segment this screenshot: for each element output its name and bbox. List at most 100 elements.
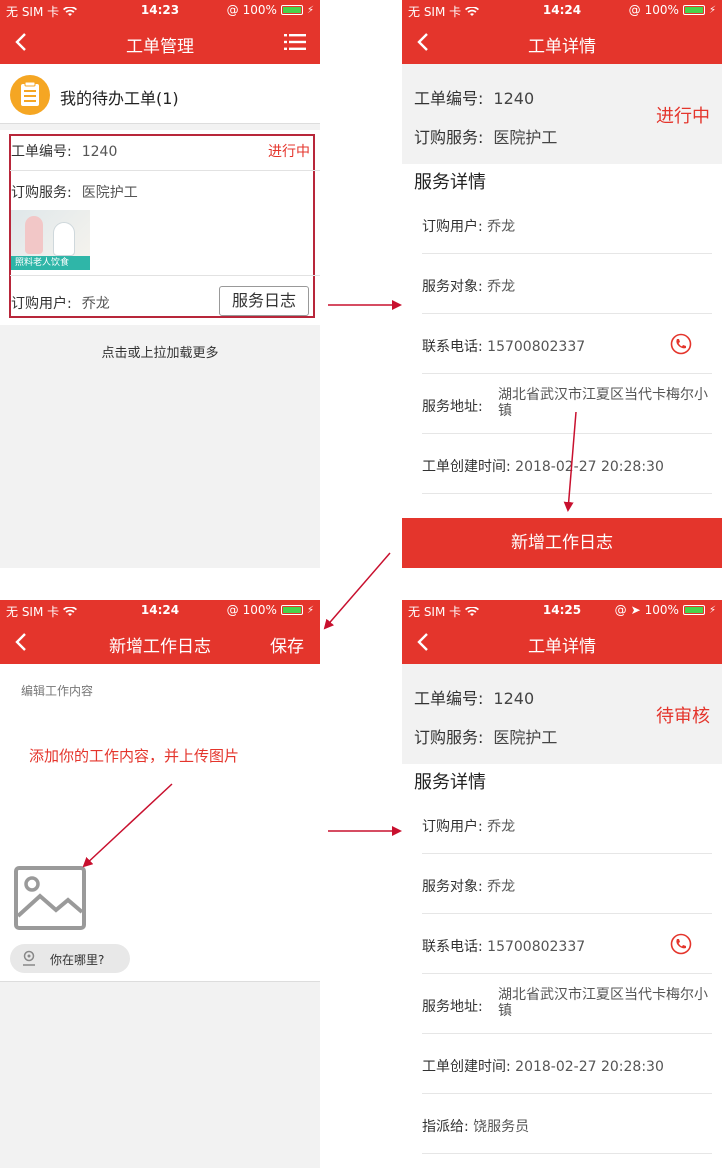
order-card[interactable]: 工单编号: 1240 进行中 订购服务: 医院护工 照料老人饮食 订购用户: 乔龙 服… [0,130,320,325]
user-value: 乔龙 [487,819,516,835]
battery-percent: 100% [242,3,277,17]
rotation-lock-icon: @ [614,603,627,617]
status-bar: 无 SIM 卡 14:24 @ 100% ⚡ [402,0,722,20]
order-service-value: 医院护工 [493,728,558,747]
battery-icon [682,605,705,615]
location-arrow-icon: ➤ [630,603,641,617]
order-status: 待审核 [656,706,710,727]
user-label: 订购用户: [422,819,483,835]
order-service-row: 订购服务: 医院护工 [414,724,557,748]
order-service-row: 订购服务: 医院护工 [414,124,557,148]
target-value: 乔龙 [487,879,516,895]
charging-icon: ⚡ [708,604,716,616]
assigned-label: 指派给: [422,1119,469,1135]
address-value: 湖北省武汉市江夏区当代卡梅尔小镇 [498,987,708,1019]
save-button[interactable]: 保存 [270,632,304,657]
detail-row-created: 工单创建时间: 2018-02-27 20:28:30 [422,1056,712,1076]
list-menu-icon[interactable] [284,33,306,51]
order-id-label: 工单编号: [11,144,72,160]
work-order-detail-screen: 无 SIM 卡 14:24 @ 100% ⚡ 工单详情 工单编号: 1240 订购… [402,0,722,568]
status-bar: 无 SIM 卡 14:25 @ ➤ 100% ⚡ [402,600,722,620]
detail-row-user: 订购用户: 乔龙 [422,216,712,236]
battery-icon [280,605,303,615]
address-label: 服务地址: [422,399,483,415]
service-log-button[interactable]: 服务日志 [219,286,309,316]
order-status: 进行中 [268,144,310,160]
divider [422,373,712,374]
order-service-value: 医院护工 [81,185,138,201]
divider [422,493,712,494]
phone-call-icon[interactable] [670,333,692,355]
work-log-editor[interactable]: 编辑工作内容 你在哪里? [0,664,320,982]
detail-row-created: 工单创建时间: 2018-02-27 20:28:30 [422,456,712,476]
elder-figure [53,222,75,256]
created-label: 工单创建时间: [422,1059,511,1075]
battery-icon [280,5,303,15]
user-value: 乔龙 [487,219,516,235]
phone-call-icon[interactable] [670,933,692,955]
work-order-list-screen: 无 SIM 卡 14:23 @ 100% ⚡ 工单管理 我的待办工单(1) 工单… [0,0,320,568]
divider [422,853,712,854]
thumbnail-caption: 照料老人饮食 [11,256,90,270]
order-service-value: 医院护工 [493,128,558,147]
divider [422,913,712,914]
location-picker[interactable]: 你在哪里? [10,944,130,973]
arrow-button-to-new-log [323,552,391,630]
add-image-icon[interactable] [14,866,86,930]
battery-status: @ 100% ⚡ [629,3,716,17]
divider [422,973,712,974]
divider [10,170,320,171]
battery-percent: 100% [242,603,277,617]
service-thumbnail: 照料老人饮食 [11,210,90,270]
detail-row-user: 订购用户: 乔龙 [422,816,712,836]
battery-percent: 100% [644,603,679,617]
section-title: 服务详情 [414,772,486,793]
order-service-row: 订购服务: 医院护工 [11,182,138,202]
divider [10,275,320,276]
order-id-value: 1240 [493,89,535,108]
divider [422,1153,712,1154]
pending-orders-header: 我的待办工单(1) [0,64,320,124]
order-id-label: 工单编号: [414,89,484,108]
service-details: 服务详情 订购用户: 乔龙 服务对象: 乔龙 联系电话: 15700802337… [402,764,722,1168]
editor-placeholder[interactable]: 编辑工作内容 [21,682,93,699]
nav-bar: 工单详情 [402,20,722,64]
work-order-detail-pending-screen: 无 SIM 卡 14:25 @ ➤ 100% ⚡ 工单详情 工单编号: 1240 … [402,600,722,1168]
new-work-log-button[interactable]: 新增工作日志 [402,518,722,568]
assigned-value: 饶服务员 [473,1119,530,1135]
location-pin-icon [23,950,35,966]
battery-status: @ 100% ⚡ [227,3,314,17]
order-service-label: 订购服务: [414,728,484,747]
target-label: 服务对象: [422,879,483,895]
nav-bar: 工单管理 [0,20,320,64]
order-id-row: 工单编号: 1240 [414,85,534,109]
phone-value: 15700802337 [487,939,586,955]
page-title: 工单管理 [126,37,194,57]
order-id-row: 工单编号: 1240 [414,685,534,709]
new-work-log-screen: 无 SIM 卡 14:24 @ 100% ⚡ 新增工作日志 保存 编辑工作内容 … [0,600,320,1168]
load-more-link[interactable]: 点击或上拉加载更多 [0,342,320,361]
phone-label: 联系电话: [422,339,483,355]
rotation-lock-icon: @ [628,3,641,17]
battery-status: @ 100% ⚡ [227,603,314,617]
created-value: 2018-02-27 20:28:30 [515,459,664,475]
target-value: 乔龙 [487,279,516,295]
order-id-label: 工单编号: [414,689,484,708]
phone-label: 联系电话: [422,939,483,955]
battery-icon [682,5,705,15]
divider [422,313,712,314]
divider [422,253,712,254]
rotation-lock-icon: @ [226,3,239,17]
caregiver-figure [25,216,43,254]
charging-icon: ⚡ [708,4,716,16]
order-service-label: 订购服务: [11,185,72,201]
pending-orders-title: 我的待办工单(1) [60,89,179,108]
page-title: 工单详情 [528,37,596,57]
charging-icon: ⚡ [306,4,314,16]
detail-row-phone: 联系电话: 15700802337 [422,336,712,356]
order-id-value: 1240 [81,144,118,160]
location-label: 你在哪里? [50,953,105,967]
order-user-value: 乔龙 [81,296,110,312]
target-label: 服务对象: [422,279,483,295]
created-label: 工单创建时间: [422,459,511,475]
